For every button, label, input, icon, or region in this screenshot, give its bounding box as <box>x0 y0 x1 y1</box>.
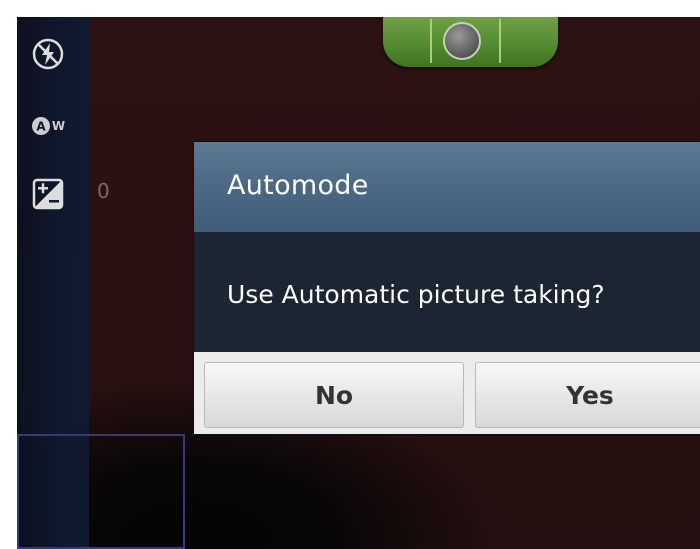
white-balance-setting-button[interactable]: A W <box>25 103 71 149</box>
toggle-divider-left <box>430 19 432 63</box>
flash-off-icon <box>31 37 65 75</box>
exposure-setting-button[interactable] <box>25 173 71 219</box>
automode-dialog: Automode Use Automatic picture taking? N… <box>194 142 700 434</box>
dialog-title-bar: Automode <box>194 142 700 232</box>
focus-area-box <box>17 434 185 549</box>
no-button[interactable]: No <box>204 362 464 428</box>
white-balance-badge: W <box>51 119 66 133</box>
dialog-message: Use Automatic picture taking? <box>227 280 605 309</box>
flash-setting-button[interactable] <box>25 33 71 79</box>
camera-mode-toggle[interactable] <box>383 17 558 67</box>
toggle-knob[interactable] <box>443 22 481 60</box>
dialog-button-bar: No Yes <box>194 352 700 434</box>
svg-text:A: A <box>36 120 46 134</box>
auto-white-balance-icon: A W <box>31 116 65 136</box>
dialog-body: Use Automatic picture taking? <box>194 232 700 352</box>
exposure-value: 0 <box>97 179 110 203</box>
camera-viewfinder[interactable]: A W 0 Automode Use Automatic picture tak… <box>17 17 700 549</box>
exposure-compensation-icon <box>32 178 64 214</box>
yes-button[interactable]: Yes <box>475 362 700 428</box>
toggle-divider-right <box>499 19 501 63</box>
dialog-title: Automode <box>227 170 369 201</box>
